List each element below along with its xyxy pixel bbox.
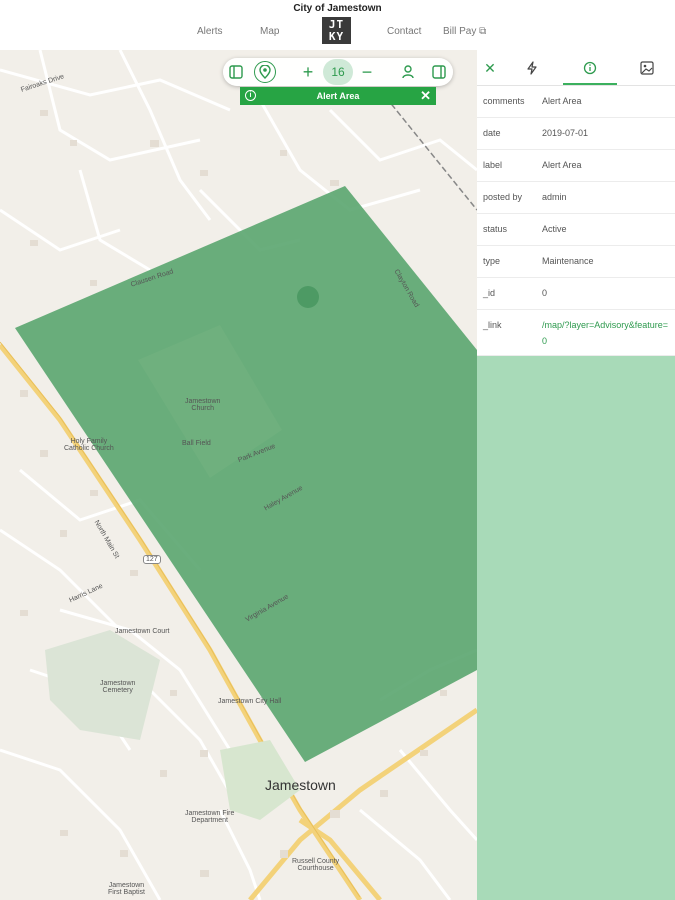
prop-key: type [483, 256, 501, 266]
prop-value: admin [542, 192, 567, 202]
prop-value: Active [542, 224, 567, 234]
label-cemetery: Jamestown Cemetery [100, 680, 136, 694]
prop-value: Alert Area [542, 96, 582, 106]
table-row: posted by admin [477, 182, 675, 214]
table-row: status Active [477, 214, 675, 246]
image-icon[interactable] [637, 58, 657, 78]
route-shield: 127 [143, 555, 161, 564]
prop-value: Maintenance [542, 256, 594, 266]
logo-text-bottom: KY [328, 30, 345, 43]
user-icon[interactable] [398, 62, 418, 82]
railroad-line [379, 89, 477, 211]
table-row: label Alert Area [477, 150, 675, 182]
table-row: date 2019-07-01 [477, 118, 675, 150]
prop-value: 0 [542, 288, 548, 298]
label-ball-field: Ball Field [182, 440, 211, 447]
close-panel-icon[interactable]: ✕ [480, 58, 500, 78]
label-town: Jamestown [265, 777, 336, 793]
prop-key: _link [483, 320, 502, 330]
label-fire-department: Jamestown Fire Department [185, 810, 235, 824]
table-row: _link /map/?layer=Advisory&feature=0 [477, 310, 675, 356]
alert-title-bar[interactable]: i Alert Area ✕ [240, 87, 436, 105]
lightning-icon[interactable] [522, 58, 542, 78]
properties-table: comments Alert Area date 2019-07-01 labe… [477, 86, 675, 356]
zoom-level: 16 [323, 59, 353, 85]
sidebar-right-icon[interactable] [429, 62, 449, 82]
prop-key: label [483, 160, 503, 170]
map-view[interactable]: Fairoaks Drive Clausen Road Clayton Road… [0, 50, 477, 900]
prop-key: posted by [483, 192, 523, 202]
table-row: _id 0 [477, 278, 675, 310]
zoom-out-icon[interactable]: − [357, 62, 377, 82]
feature-panel: ✕ comments Alert Area date 2019-07-01 la… [477, 50, 675, 900]
label-jamestown-court: Jamestown Court [115, 628, 170, 635]
label-school: Jamestown Church [185, 398, 221, 412]
site-logo[interactable]: JT KY [322, 17, 351, 44]
label-courthouse: Russell County Courthouse [292, 858, 340, 872]
label-baptist: Jamestown First Baptist [108, 882, 145, 896]
prop-key: status [483, 224, 508, 234]
sidebar-left-icon[interactable] [226, 62, 246, 82]
info-tab-icon[interactable] [580, 58, 600, 78]
table-row: comments Alert Area [477, 86, 675, 118]
prop-value: Alert Area [542, 160, 582, 170]
map-toolbar: + 16 − [223, 58, 453, 86]
zoom-in-icon[interactable]: + [298, 62, 318, 82]
site-header: City of Jamestown Alerts Map JT KY Conta… [0, 0, 675, 50]
nav-map[interactable]: Map [260, 26, 279, 37]
map-canvas [0, 50, 477, 900]
map-marker-circle[interactable] [297, 286, 319, 308]
label-holy-family: Holy Family Catholic Church [64, 438, 114, 452]
panel-tabs: ✕ [477, 50, 675, 86]
prop-key: _id [483, 288, 496, 298]
prop-value: 2019-07-01 [542, 128, 589, 138]
location-pin-icon[interactable] [254, 61, 276, 83]
label-city-hall: Jamestown City Hall [218, 698, 282, 705]
nav-contact[interactable]: Contact [387, 26, 421, 37]
alert-bar-title: Alert Area [316, 91, 360, 101]
active-tab-indicator [563, 83, 617, 85]
prop-key: date [483, 128, 501, 138]
nav-bill-pay[interactable]: Bill Pay ⧉ [443, 26, 486, 37]
close-icon[interactable]: ✕ [420, 88, 431, 104]
prop-key: comments [483, 96, 525, 106]
site-title[interactable]: City of Jamestown [0, 3, 675, 14]
nav-alerts[interactable]: Alerts [197, 26, 223, 37]
feature-link[interactable]: /map/?layer=Advisory&feature=0 [542, 317, 672, 349]
table-row: type Maintenance [477, 246, 675, 278]
